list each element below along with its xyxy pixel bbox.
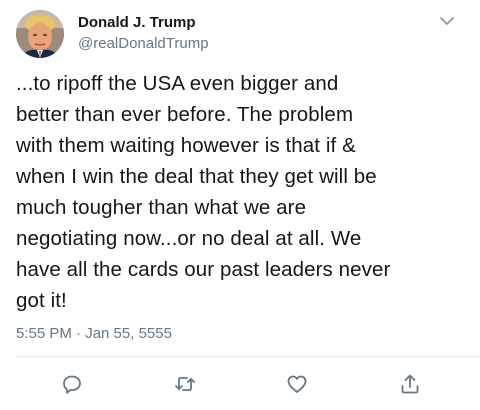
tweet-line: much tougher than what we are xyxy=(16,196,307,219)
avatar-photo-icon xyxy=(16,10,64,58)
divider xyxy=(16,356,480,357)
tweet-line: have all the cards our past leaders neve… xyxy=(16,258,391,281)
reply-button[interactable] xyxy=(60,372,84,396)
retweet-icon xyxy=(175,377,195,391)
tweet-card: Donald J. Trump @realDonaldTrump ...to r… xyxy=(0,0,480,410)
tweet-line: negotiating now...or no deal at all. We xyxy=(16,227,362,250)
tweet-line: got it! xyxy=(16,289,67,312)
heart-icon xyxy=(287,375,307,393)
tweet-line: better than ever before. The problem xyxy=(16,103,354,126)
share-icon xyxy=(401,374,419,394)
tweet-text: ...to ripoff the USA even bigger and bet… xyxy=(16,68,471,316)
share-button[interactable] xyxy=(398,372,422,396)
reply-icon xyxy=(63,375,81,394)
timestamp[interactable]: 5:55 PM · Jan 55, 5555 xyxy=(16,325,172,342)
tweet-line: with them waiting however is that if & xyxy=(16,134,356,157)
chevron-down-icon[interactable] xyxy=(438,14,456,28)
avatar[interactable] xyxy=(16,10,64,58)
retweet-button[interactable] xyxy=(173,372,197,396)
user-handle[interactable]: @realDonaldTrump xyxy=(78,35,209,52)
tweet-line: ...to ripoff the USA even bigger and xyxy=(16,72,339,95)
tweet-line: when I win the deal that they get will b… xyxy=(16,165,377,188)
display-name[interactable]: Donald J. Trump xyxy=(78,14,196,31)
like-button[interactable] xyxy=(285,372,309,396)
